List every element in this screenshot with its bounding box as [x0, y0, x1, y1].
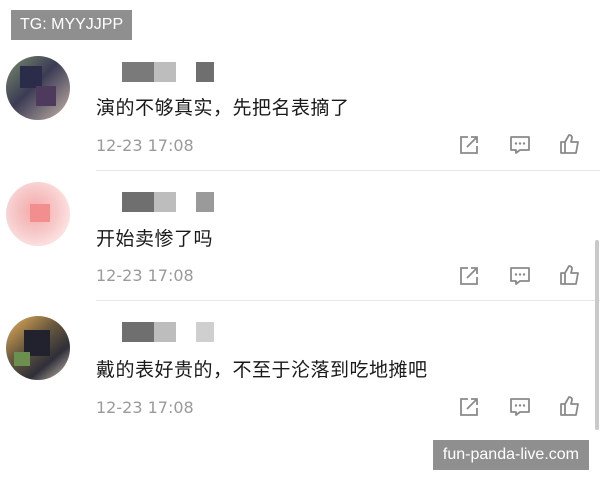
divider [96, 300, 600, 301]
comment-time: 12-23 17:08 [96, 136, 194, 155]
watermark-site: fun-panda-live.com [432, 440, 589, 470]
like-icon[interactable] [558, 132, 582, 156]
scrollbar[interactable] [595, 240, 599, 430]
divider [96, 170, 600, 171]
comment-icon[interactable] [508, 395, 532, 419]
comment-time: 12-23 17:08 [96, 398, 194, 417]
like-icon[interactable] [558, 394, 582, 418]
avatar[interactable] [6, 182, 70, 246]
share-icon[interactable] [457, 395, 481, 419]
comment-text: 戴的表好贵的，不至于沦落到吃地摊吧 [96, 359, 428, 381]
comment-time: 12-23 17:08 [96, 266, 194, 285]
like-icon[interactable] [558, 263, 582, 287]
share-icon[interactable] [457, 133, 481, 157]
comment-icon[interactable] [508, 264, 532, 288]
comment-text: 开始卖惨了吗 [96, 228, 214, 250]
watermark-tg: TG: MYYJJPP [11, 10, 133, 40]
comment-text: 演的不够真实，先把名表摘了 [96, 97, 350, 119]
comment-icon[interactable] [508, 133, 532, 157]
avatar[interactable] [6, 316, 70, 380]
avatar[interactable] [6, 56, 70, 120]
share-icon[interactable] [457, 264, 481, 288]
